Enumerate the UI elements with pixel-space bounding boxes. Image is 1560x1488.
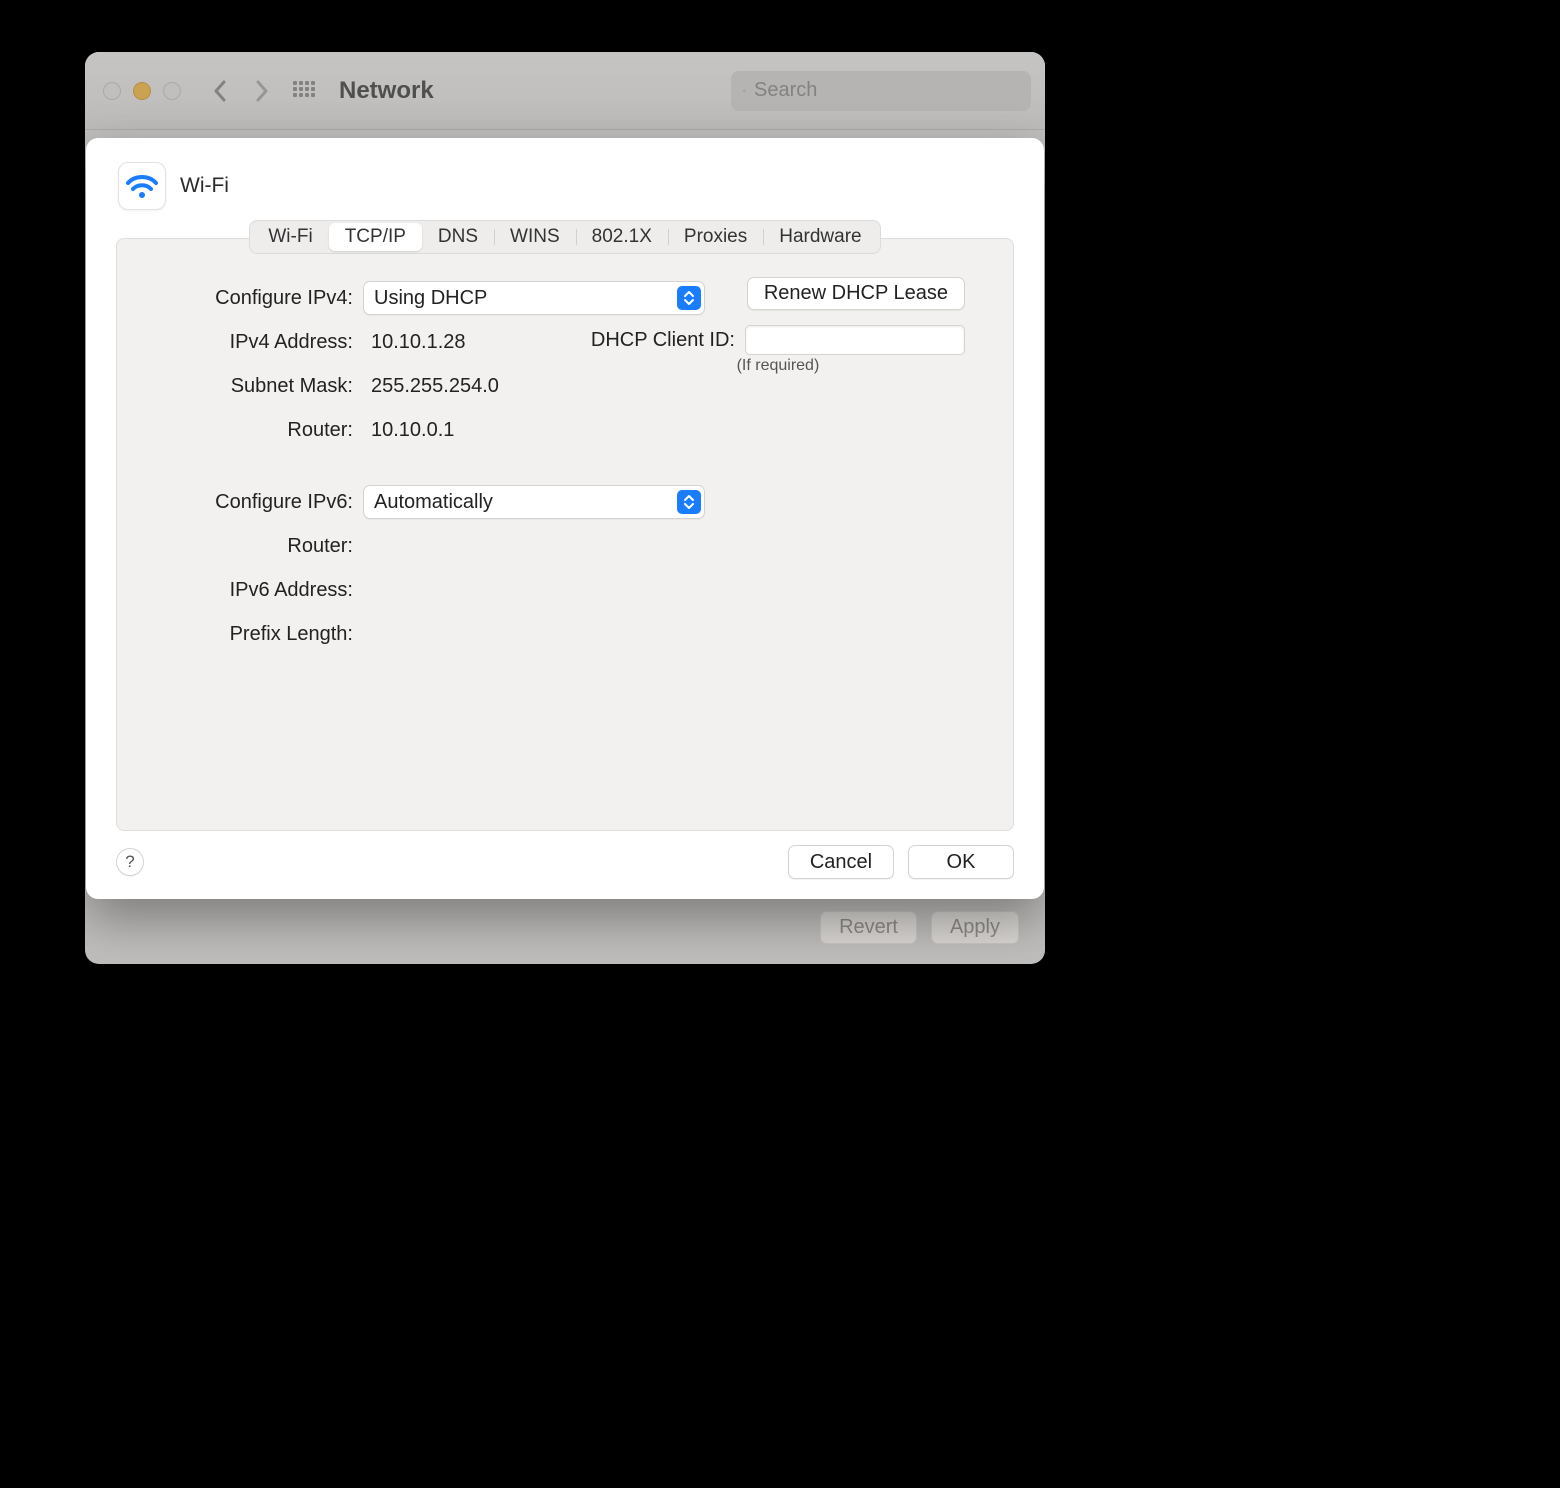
revert-button[interactable]: Revert [820,911,917,944]
ok-button[interactable]: OK [908,845,1014,879]
search-field[interactable] [731,71,1031,111]
tab-8021x[interactable]: 802.1X [576,223,668,251]
tab-dns[interactable]: DNS [422,223,494,251]
tcpip-panel: Configure IPv4: Using DHCP IPv4 Address:… [116,238,1014,831]
traffic-lights [103,82,181,100]
ipv6-address-label: IPv6 Address: [165,579,363,602]
configure-ipv6-value: Automatically [374,491,493,514]
help-button[interactable]: ? [116,848,144,876]
sheet-header: Wi-Fi [86,138,1044,220]
configure-ipv4-select[interactable]: Using DHCP [363,281,705,315]
ipv4-address-value: 10.10.1.28 [363,331,466,354]
wifi-icon [118,162,166,210]
window-title: Network [339,77,434,105]
renew-dhcp-lease-button[interactable]: Renew DHCP Lease [747,277,965,310]
dhcp-client-id-hint: (If required) [668,357,888,375]
tab-wifi[interactable]: Wi-Fi [252,223,328,251]
router-value: 10.10.0.1 [363,419,454,442]
search-icon [743,82,746,100]
configure-ipv4-label: Configure IPv4: [165,287,363,310]
configure-ipv6-select[interactable]: Automatically [363,485,705,519]
chevron-updown-icon [677,286,701,310]
window-footer-buttons: Revert Apply [820,911,1019,944]
router6-label: Router: [165,535,363,558]
tab-hardware[interactable]: Hardware [763,223,877,251]
titlebar: Network [85,52,1045,130]
configure-ipv6-label: Configure IPv6: [165,491,363,514]
sheet-title: Wi-Fi [180,174,229,198]
show-all-icon[interactable] [293,81,313,101]
minimize-window-button[interactable] [133,82,151,100]
dhcp-client-id-input[interactable] [745,325,965,355]
tab-proxies[interactable]: Proxies [668,223,763,251]
close-window-button[interactable] [103,82,121,100]
cancel-button[interactable]: Cancel [788,845,894,879]
ipv4-address-label: IPv4 Address: [165,331,363,354]
subnet-mask-label: Subnet Mask: [165,375,363,398]
advanced-sheet: Wi-Fi Wi-Fi TCP/IP DNS WINS 802.1X Proxi… [86,138,1044,899]
forward-button[interactable] [245,71,279,111]
apply-button[interactable]: Apply [931,911,1019,944]
tab-bar: Wi-Fi TCP/IP DNS WINS 802.1X Proxies Har… [249,220,880,254]
chevron-updown-icon [677,490,701,514]
dhcp-client-id-label: DHCP Client ID: [591,329,735,352]
sheet-footer: ? Cancel OK [86,831,1044,899]
router-label: Router: [165,419,363,442]
configure-ipv4-value: Using DHCP [374,287,487,310]
prefix-length-label: Prefix Length: [165,623,363,646]
tab-tcpip[interactable]: TCP/IP [329,223,422,251]
tab-wins[interactable]: WINS [494,223,576,251]
subnet-mask-value: 255.255.254.0 [363,375,499,398]
search-input[interactable] [754,79,1019,102]
back-button[interactable] [203,71,237,111]
zoom-window-button[interactable] [163,82,181,100]
